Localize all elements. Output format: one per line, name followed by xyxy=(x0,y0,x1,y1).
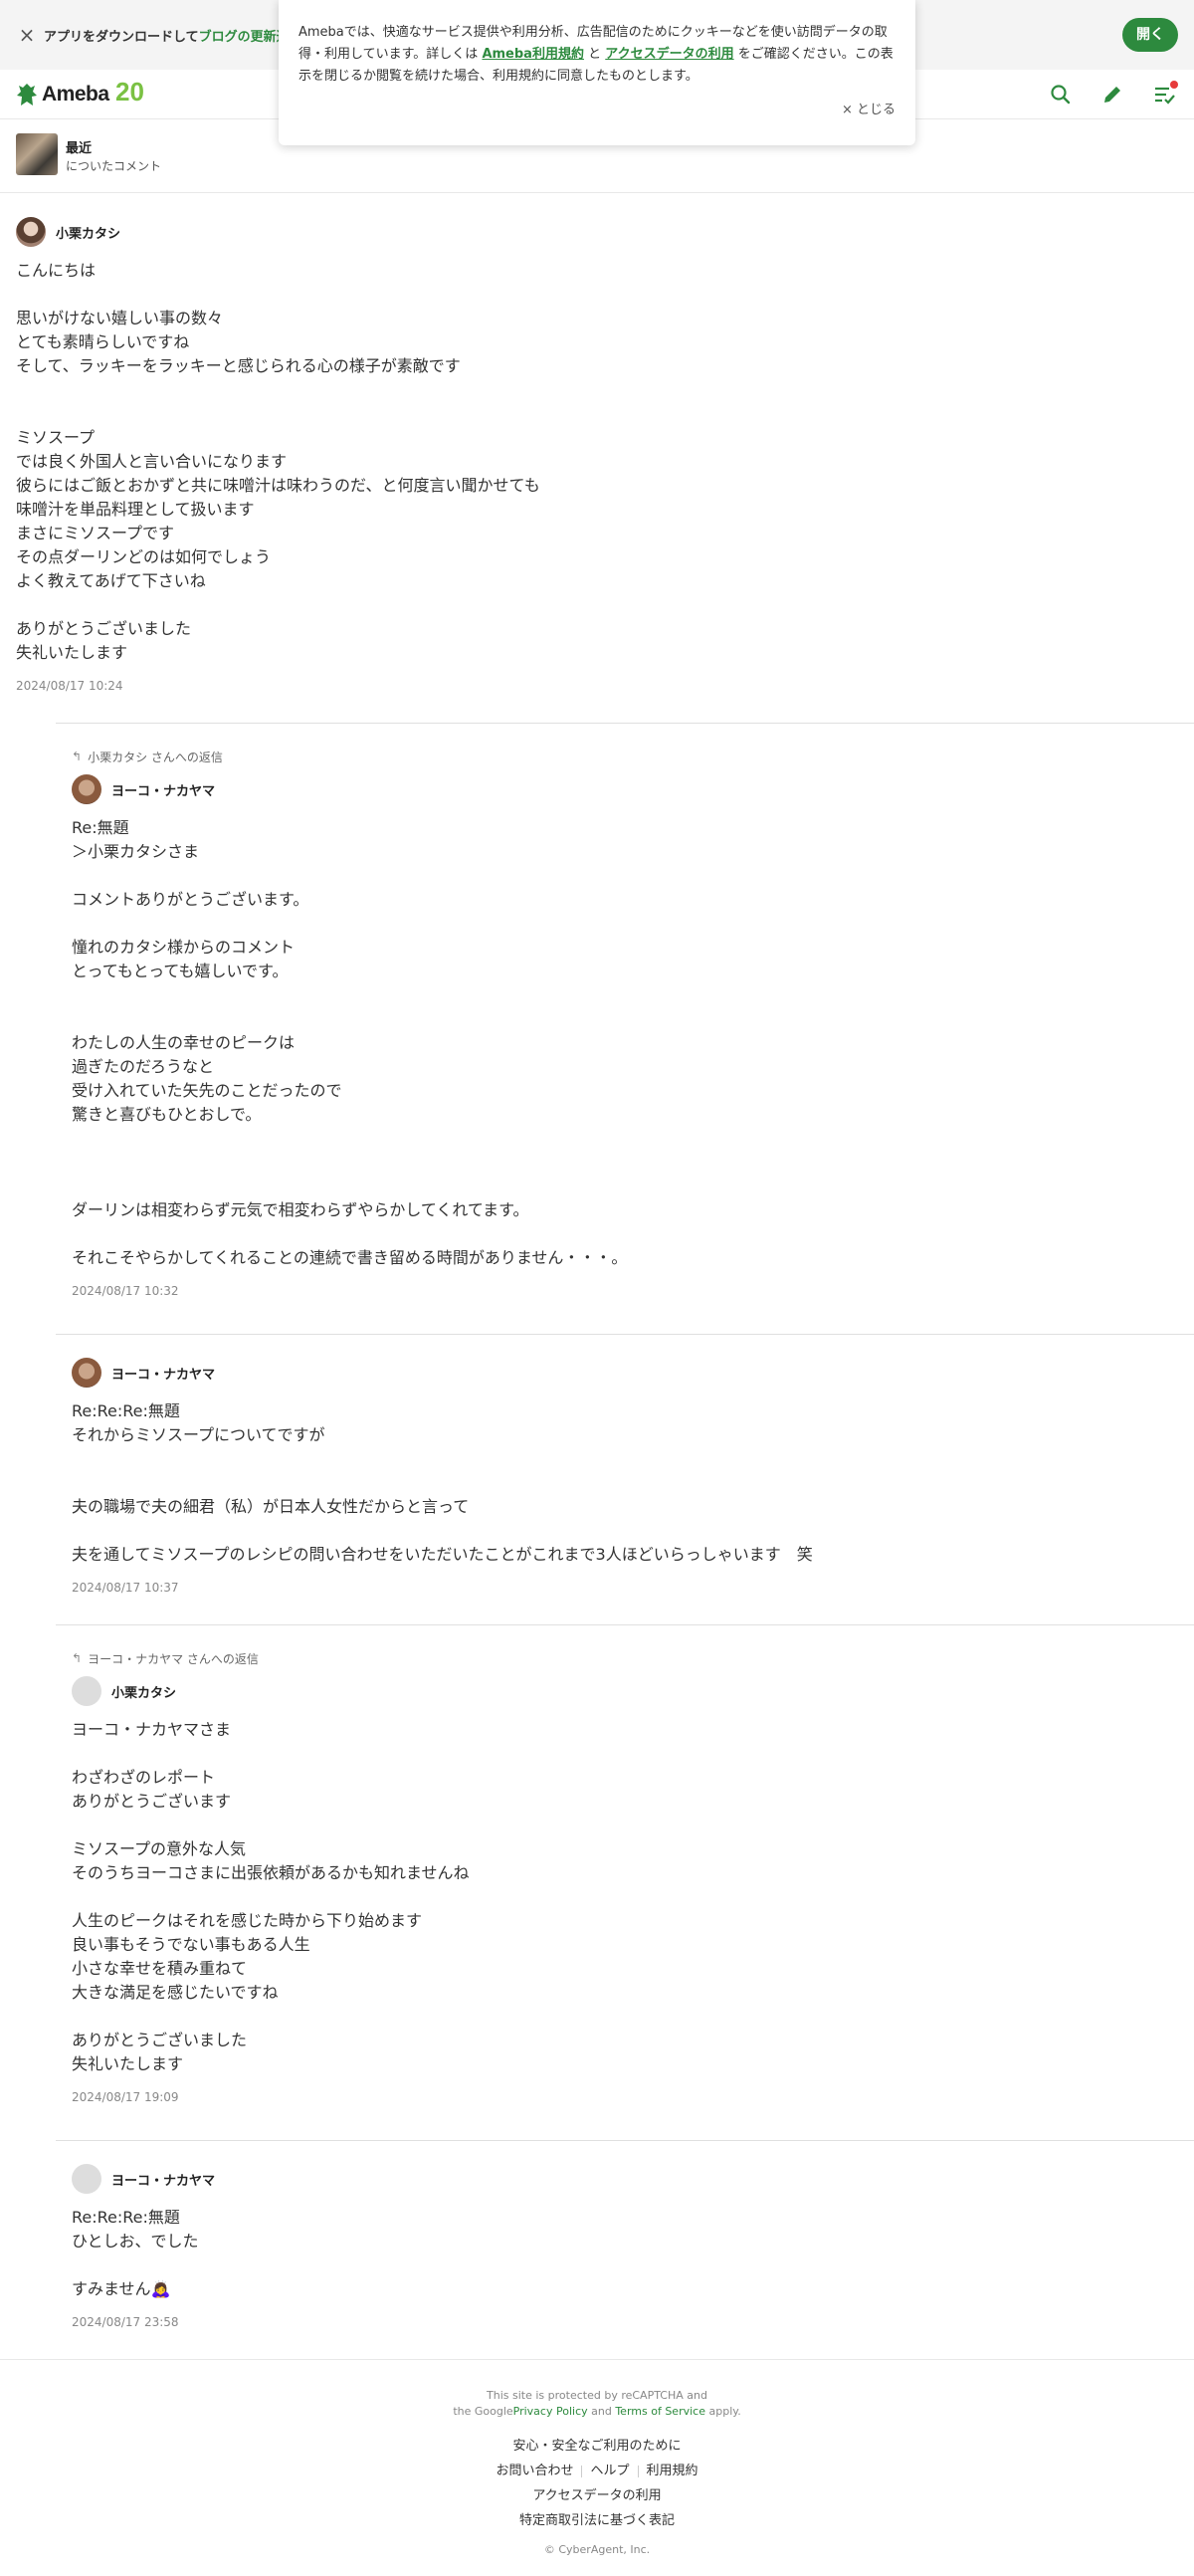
reply-to-label: ↰ 小栗カタシ さんへの返信 xyxy=(72,750,223,764)
contact-link[interactable]: お問い合わせ xyxy=(496,2464,573,2478)
comment-item: ↰ ヨーコ・ナカヤマ さんへの返信 小栗カタシ ヨーコ・ナカヤマさま わざわざの… xyxy=(72,1648,1176,2104)
reply-to-label: ↰ ヨーコ・ナカヤマ さんへの返信 xyxy=(72,1651,259,1666)
comment-item: ヨーコ・ナカヤマ Re:Re:Re:無題 ひとしお、でした すみません🙇‍♀ 2… xyxy=(72,2164,1176,2329)
comment-author[interactable]: 小栗カタシ xyxy=(56,223,120,242)
privacy-policy-link[interactable]: Privacy Policy xyxy=(513,2405,588,2418)
access-data-link[interactable]: アクセスデータの利用 xyxy=(0,2483,1194,2508)
avatar[interactable] xyxy=(16,217,46,247)
reply-arrow-icon: ↰ xyxy=(72,750,83,763)
notification-dot xyxy=(1170,81,1178,89)
comment-author[interactable]: ヨーコ・ナカヤマ xyxy=(111,2170,215,2189)
ameba-terms-link[interactable]: Ameba利用規約 xyxy=(482,47,584,62)
comment-body: こんにちは 思いがけない嬉しい事の数々 とても素晴らしいですね そして、ラッキー… xyxy=(16,261,540,662)
ameba-logo[interactable]: Ameba xyxy=(16,80,109,109)
avatar[interactable] xyxy=(72,2164,101,2194)
comment-date: 2024/08/17 23:58 xyxy=(72,2315,179,2329)
write-pen-icon[interactable] xyxy=(1100,83,1124,107)
ameba-mascot-icon xyxy=(17,84,37,106)
open-app-button[interactable]: 開く xyxy=(1122,18,1178,52)
comment-item: ↰ 小栗カタシ さんへの返信 ヨーコ・ナカヤマ Re:無題 ＞小栗カタシさま コ… xyxy=(72,747,1176,1298)
entry-title[interactable]: 最近 xyxy=(66,137,92,156)
banner-text[interactable]: アプリをダウンロードしてブログの更新通知 xyxy=(44,26,302,45)
avatar[interactable] xyxy=(72,1358,101,1388)
comment-author[interactable]: ヨーコ・ナカヤマ xyxy=(111,1364,215,1383)
terms-of-use-link[interactable]: 利用規約 xyxy=(647,2464,698,2478)
comment-body: ヨーコ・ナカヤマさま わざわざのレポート ありがとうございます ミソスープの意外… xyxy=(72,1720,470,2073)
access-data-link[interactable]: アクセスデータの利用 xyxy=(605,47,733,62)
comment-item: 小栗カタシ こんにちは 思いがけない嬉しい事の数々 とても素晴らしいですね そし… xyxy=(16,217,1180,693)
close-banner-icon[interactable]: × xyxy=(14,22,40,48)
comment-author[interactable]: ヨーコ・ナカヤマ xyxy=(111,780,215,799)
comment-date: 2024/08/17 19:09 xyxy=(72,2090,179,2104)
entry-thumbnail[interactable] xyxy=(16,133,58,175)
comment-body: Re:Re:Re:無題 ひとしお、でした すみません🙇‍♀ xyxy=(72,2208,199,2298)
anniversary-20-logo: 20 xyxy=(115,77,144,107)
notification-list-icon[interactable] xyxy=(1152,81,1178,107)
comment-body: Re:無題 ＞小栗カタシさま コメントありがとうございます。 憧れのカタシ様から… xyxy=(72,818,628,1267)
footer: This site is protected by reCAPTCHA and … xyxy=(0,2359,1194,2576)
search-icon[interactable] xyxy=(1049,83,1073,107)
avatar[interactable] xyxy=(72,1676,101,1706)
cookie-close-button[interactable]: × とじる xyxy=(842,100,896,121)
terms-of-service-link[interactable]: Terms of Service xyxy=(615,2405,705,2418)
comment-date: 2024/08/17 10:24 xyxy=(16,679,123,693)
divider xyxy=(56,1624,1194,1625)
divider xyxy=(56,723,1194,724)
recaptcha-notice: This site is protected by reCAPTCHA and … xyxy=(453,2389,741,2418)
comment-body: Re:Re:Re:無題 それからミソスープについてですが 夫の職場で夫の細君（私… xyxy=(72,1401,813,1564)
divider xyxy=(56,2140,1194,2141)
reply-arrow-icon: ↰ xyxy=(72,1651,83,1665)
comment-date: 2024/08/17 10:32 xyxy=(72,1284,179,1298)
help-link[interactable]: ヘルプ xyxy=(590,2464,629,2478)
cookie-notice: Amebaでは、快適なサービス提供や利用分析、広告配信のためにクッキーなどを使い… xyxy=(279,0,915,145)
copyright: © CyberAgent, Inc. xyxy=(543,2543,651,2556)
entry-subtitle: についたコメント xyxy=(66,159,162,173)
avatar[interactable] xyxy=(72,774,101,804)
safe-use-link[interactable]: 安心・安全なご利用のために xyxy=(0,2434,1194,2459)
comment-item: ヨーコ・ナカヤマ Re:Re:Re:無題 それからミソスープについてですが 夫の… xyxy=(72,1358,1176,1595)
comment-author[interactable]: 小栗カタシ xyxy=(111,1682,176,1701)
tokushoho-link[interactable]: 特定商取引法に基づく表記 xyxy=(0,2508,1194,2533)
divider xyxy=(56,1334,1194,1335)
comment-date: 2024/08/17 10:37 xyxy=(72,1581,179,1595)
